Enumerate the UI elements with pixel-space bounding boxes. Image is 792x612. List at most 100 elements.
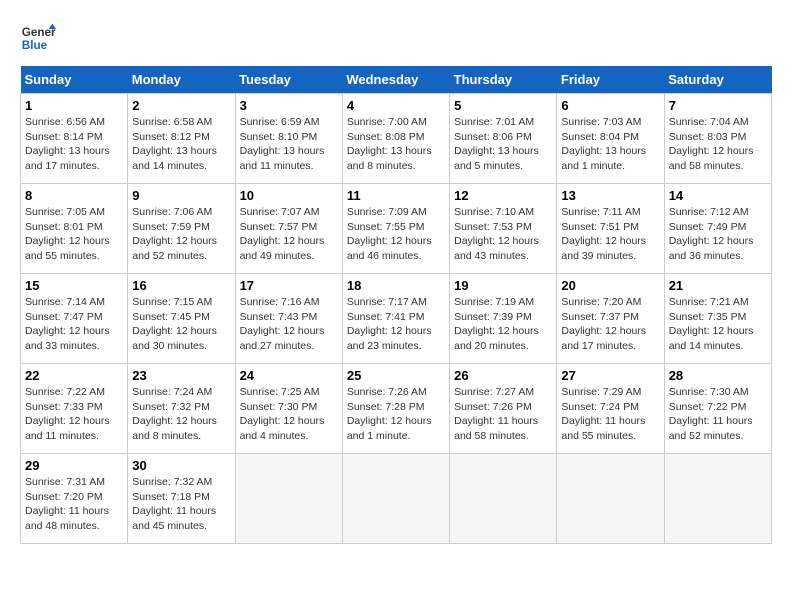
calendar-cell: 26Sunrise: 7:27 AM Sunset: 7:26 PM Dayli…: [450, 364, 557, 454]
day-content: Sunrise: 7:04 AM Sunset: 8:03 PM Dayligh…: [669, 115, 767, 174]
day-content: Sunrise: 7:12 AM Sunset: 7:49 PM Dayligh…: [669, 205, 767, 264]
calendar-cell: 24Sunrise: 7:25 AM Sunset: 7:30 PM Dayli…: [235, 364, 342, 454]
day-content: Sunrise: 7:22 AM Sunset: 7:33 PM Dayligh…: [25, 385, 123, 444]
day-content: Sunrise: 7:26 AM Sunset: 7:28 PM Dayligh…: [347, 385, 445, 444]
day-content: Sunrise: 6:59 AM Sunset: 8:10 PM Dayligh…: [240, 115, 338, 174]
day-number: 20: [561, 278, 659, 293]
calendar-cell: 10 Sunrise: 7:07 AM Sunset: 7:57 PM Dayli…: [235, 184, 342, 274]
day-number: 3: [240, 98, 338, 113]
day-content: Sunrise: 7:32 AM Sunset: 7:18 PM Dayligh…: [132, 475, 230, 534]
day-number: 16: [132, 278, 230, 293]
day-number: 19: [454, 278, 552, 293]
day-number: 23: [132, 368, 230, 383]
day-content: Sunrise: 7:09 AM Sunset: 7:55 PM Dayligh…: [347, 205, 445, 264]
weekday-header-thursday: Thursday: [450, 66, 557, 94]
calendar-cell: [557, 454, 664, 544]
day-content: Sunrise: 7:25 AM Sunset: 7:30 PM Dayligh…: [240, 385, 338, 444]
calendar-cell: 13 Sunrise: 7:11 AM Sunset: 7:51 PM Dayli…: [557, 184, 664, 274]
calendar-cell: 30Sunrise: 7:32 AM Sunset: 7:18 PM Dayli…: [128, 454, 235, 544]
calendar-cell: 19 Sunrise: 7:19 AM Sunset: 7:39 PM Dayli…: [450, 274, 557, 364]
calendar-cell: 20 Sunrise: 7:20 AM Sunset: 7:37 PM Dayli…: [557, 274, 664, 364]
calendar-cell: 1 Sunrise: 6:56 AM Sunset: 8:14 PM Daylig…: [21, 94, 128, 184]
calendar-cell: 5 Sunrise: 7:01 AM Sunset: 8:06 PM Daylig…: [450, 94, 557, 184]
calendar-week-0: 1 Sunrise: 6:56 AM Sunset: 8:14 PM Daylig…: [21, 94, 772, 184]
day-content: Sunrise: 7:00 AM Sunset: 8:08 PM Dayligh…: [347, 115, 445, 174]
day-number: 7: [669, 98, 767, 113]
day-number: 6: [561, 98, 659, 113]
day-content: Sunrise: 7:29 AM Sunset: 7:24 PM Dayligh…: [561, 385, 659, 444]
calendar-cell: [664, 454, 771, 544]
calendar-cell: 2 Sunrise: 6:58 AM Sunset: 8:12 PM Daylig…: [128, 94, 235, 184]
calendar-cell: 25Sunrise: 7:26 AM Sunset: 7:28 PM Dayli…: [342, 364, 449, 454]
calendar-cell: 18 Sunrise: 7:17 AM Sunset: 7:41 PM Dayli…: [342, 274, 449, 364]
day-number: 5: [454, 98, 552, 113]
day-content: Sunrise: 7:20 AM Sunset: 7:37 PM Dayligh…: [561, 295, 659, 354]
calendar-cell: [450, 454, 557, 544]
day-content: Sunrise: 7:03 AM Sunset: 8:04 PM Dayligh…: [561, 115, 659, 174]
day-number: 29: [25, 458, 123, 473]
day-content: Sunrise: 7:16 AM Sunset: 7:43 PM Dayligh…: [240, 295, 338, 354]
day-content: Sunrise: 7:05 AM Sunset: 8:01 PM Dayligh…: [25, 205, 123, 264]
day-number: 8: [25, 188, 123, 203]
calendar-week-3: 22 Sunrise: 7:22 AM Sunset: 7:33 PM Dayli…: [21, 364, 772, 454]
day-content: Sunrise: 7:24 AM Sunset: 7:32 PM Dayligh…: [132, 385, 230, 444]
day-number: 27: [561, 368, 659, 383]
day-number: 14: [669, 188, 767, 203]
day-content: Sunrise: 6:58 AM Sunset: 8:12 PM Dayligh…: [132, 115, 230, 174]
day-number: 10: [240, 188, 338, 203]
day-number: 22: [25, 368, 123, 383]
weekday-header-tuesday: Tuesday: [235, 66, 342, 94]
day-content: Sunrise: 7:01 AM Sunset: 8:06 PM Dayligh…: [454, 115, 552, 174]
calendar-week-4: 29 Sunrise: 7:31 AM Sunset: 7:20 PM Dayli…: [21, 454, 772, 544]
calendar-cell: 17 Sunrise: 7:16 AM Sunset: 7:43 PM Dayli…: [235, 274, 342, 364]
day-content: Sunrise: 7:19 AM Sunset: 7:39 PM Dayligh…: [454, 295, 552, 354]
day-number: 26: [454, 368, 552, 383]
day-number: 9: [132, 188, 230, 203]
day-content: Sunrise: 7:17 AM Sunset: 7:41 PM Dayligh…: [347, 295, 445, 354]
day-content: Sunrise: 7:11 AM Sunset: 7:51 PM Dayligh…: [561, 205, 659, 264]
day-number: 2: [132, 98, 230, 113]
weekday-header-saturday: Saturday: [664, 66, 771, 94]
calendar-week-2: 15 Sunrise: 7:14 AM Sunset: 7:47 PM Dayli…: [21, 274, 772, 364]
day-number: 13: [561, 188, 659, 203]
calendar-cell: 7 Sunrise: 7:04 AM Sunset: 8:03 PM Daylig…: [664, 94, 771, 184]
calendar-cell: 14 Sunrise: 7:12 AM Sunset: 7:49 PM Dayli…: [664, 184, 771, 274]
calendar-cell: 3 Sunrise: 6:59 AM Sunset: 8:10 PM Daylig…: [235, 94, 342, 184]
logo: General Blue: [20, 20, 56, 56]
calendar-cell: 8 Sunrise: 7:05 AM Sunset: 8:01 PM Daylig…: [21, 184, 128, 274]
calendar-cell: 16 Sunrise: 7:15 AM Sunset: 7:45 PM Dayli…: [128, 274, 235, 364]
calendar-cell: 22 Sunrise: 7:22 AM Sunset: 7:33 PM Dayli…: [21, 364, 128, 454]
day-number: 28: [669, 368, 767, 383]
calendar-cell: 28 Sunrise: 7:30 AM Sunset: 7:22 PM Dayli…: [664, 364, 771, 454]
day-content: Sunrise: 7:31 AM Sunset: 7:20 PM Dayligh…: [25, 475, 123, 534]
calendar-cell: 27 Sunrise: 7:29 AM Sunset: 7:24 PM Dayli…: [557, 364, 664, 454]
day-content: Sunrise: 7:07 AM Sunset: 7:57 PM Dayligh…: [240, 205, 338, 264]
day-content: Sunrise: 7:10 AM Sunset: 7:53 PM Dayligh…: [454, 205, 552, 264]
day-number: 17: [240, 278, 338, 293]
svg-text:Blue: Blue: [22, 39, 48, 52]
calendar-cell: 11Sunrise: 7:09 AM Sunset: 7:55 PM Dayli…: [342, 184, 449, 274]
day-number: 12: [454, 188, 552, 203]
day-number: 1: [25, 98, 123, 113]
day-content: Sunrise: 7:30 AM Sunset: 7:22 PM Dayligh…: [669, 385, 767, 444]
calendar-cell: 15 Sunrise: 7:14 AM Sunset: 7:47 PM Dayli…: [21, 274, 128, 364]
day-content: Sunrise: 7:14 AM Sunset: 7:47 PM Dayligh…: [25, 295, 123, 354]
calendar-cell: 12 Sunrise: 7:10 AM Sunset: 7:53 PM Dayli…: [450, 184, 557, 274]
calendar-cell: 29 Sunrise: 7:31 AM Sunset: 7:20 PM Dayli…: [21, 454, 128, 544]
calendar-cell: 9 Sunrise: 7:06 AM Sunset: 7:59 PM Daylig…: [128, 184, 235, 274]
logo-icon: General Blue: [20, 20, 56, 56]
calendar-cell: 21Sunrise: 7:21 AM Sunset: 7:35 PM Dayli…: [664, 274, 771, 364]
calendar-week-1: 8 Sunrise: 7:05 AM Sunset: 8:01 PM Daylig…: [21, 184, 772, 274]
weekday-header-wednesday: Wednesday: [342, 66, 449, 94]
day-content: Sunrise: 7:15 AM Sunset: 7:45 PM Dayligh…: [132, 295, 230, 354]
calendar-cell: [342, 454, 449, 544]
day-content: Sunrise: 6:56 AM Sunset: 8:14 PM Dayligh…: [25, 115, 123, 174]
day-content: Sunrise: 7:21 AM Sunset: 7:35 PM Dayligh…: [669, 295, 767, 354]
calendar-cell: [235, 454, 342, 544]
calendar-cell: 23 Sunrise: 7:24 AM Sunset: 7:32 PM Dayli…: [128, 364, 235, 454]
day-number: 18: [347, 278, 445, 293]
day-number: 4: [347, 98, 445, 113]
day-content: Sunrise: 7:06 AM Sunset: 7:59 PM Dayligh…: [132, 205, 230, 264]
calendar-cell: 4 Sunrise: 7:00 AM Sunset: 8:08 PM Daylig…: [342, 94, 449, 184]
day-number: 15: [25, 278, 123, 293]
